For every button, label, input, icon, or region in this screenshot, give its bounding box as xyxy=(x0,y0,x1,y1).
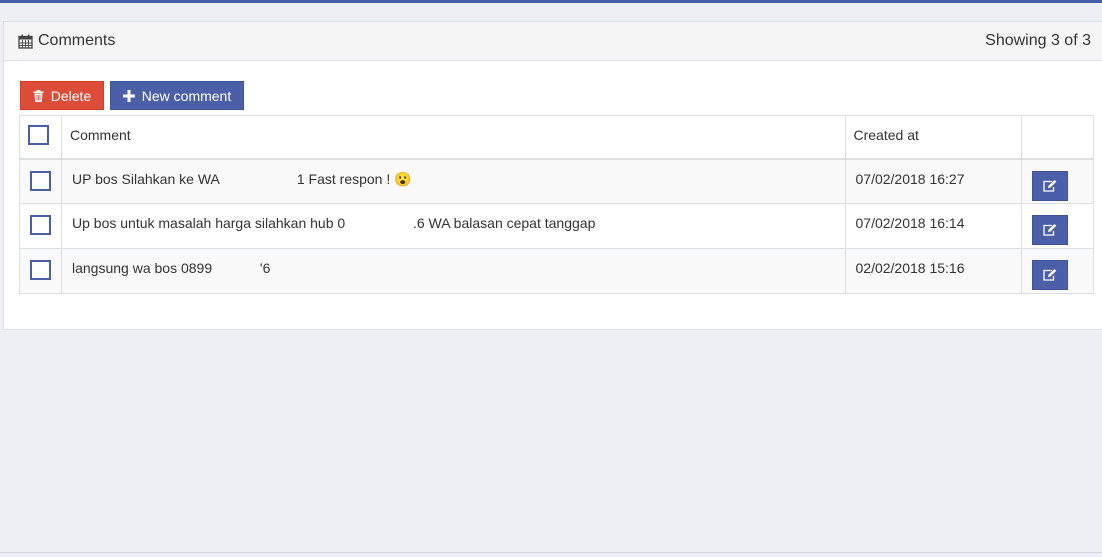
comment-text-end: '6 xyxy=(259,260,271,276)
column-header-created-at[interactable]: Created at xyxy=(844,115,1023,160)
header-checkbox-cell xyxy=(19,115,62,160)
row-checkbox-cell xyxy=(19,203,62,249)
panel-title: Comments xyxy=(18,32,115,50)
comments-panel: Comments Showing 3 of 3 Delete New comme… xyxy=(3,21,1102,330)
table-header-row: Comment Created at xyxy=(19,115,1094,160)
edit-button[interactable] xyxy=(1032,260,1069,290)
edit-icon xyxy=(1043,179,1057,192)
created-at-cell: 07/02/2018 16:14 xyxy=(844,203,1023,249)
action-cell xyxy=(1021,203,1094,249)
new-comment-button-label: New comment xyxy=(141,87,232,104)
delete-button[interactable]: Delete xyxy=(20,81,104,110)
row-checkbox[interactable] xyxy=(30,260,51,280)
results-count: Showing 3 of 3 xyxy=(985,32,1091,49)
row-checkbox-cell xyxy=(19,158,62,204)
comment-text: Up bos untuk masalah harga silahkan hub … xyxy=(72,215,346,231)
table-row: UP bos Silahkan ke WA 1 Fast respon ! 😮 … xyxy=(19,158,1094,204)
edit-button[interactable] xyxy=(1032,170,1069,201)
comments-table: Comment Created at UP bos Silahkan ke WA… xyxy=(19,115,1094,294)
trash-icon xyxy=(33,89,44,102)
edit-button[interactable] xyxy=(1032,215,1069,245)
action-cell xyxy=(1021,158,1094,204)
row-checkbox[interactable] xyxy=(30,215,51,235)
row-checkbox-cell xyxy=(19,248,62,294)
page-bottom-border xyxy=(0,552,1102,553)
panel-header: Comments Showing 3 of 3 xyxy=(4,22,1102,61)
comment-text: langsung wa bos 0899 xyxy=(72,260,213,276)
new-comment-button[interactable]: New comment xyxy=(110,81,244,110)
edit-icon xyxy=(1043,224,1057,236)
row-checkbox[interactable] xyxy=(30,170,51,191)
panel-title-text: Comments xyxy=(38,32,116,49)
comment-text: UP bos Silahkan ke WA xyxy=(72,170,220,187)
created-at-cell: 07/02/2018 16:27 xyxy=(844,158,1023,204)
comment-cell: UP bos Silahkan ke WA 1 Fast respon ! 😮 xyxy=(61,158,846,204)
edit-icon xyxy=(1043,269,1057,281)
table-row: Up bos untuk masalah harga silahkan hub … xyxy=(19,203,1094,249)
column-header-comment[interactable]: Comment xyxy=(61,115,846,160)
plus-icon xyxy=(122,89,135,102)
comment-text-end: 1 Fast respon ! 😮 xyxy=(296,170,412,187)
select-all-checkbox[interactable] xyxy=(28,125,49,145)
calendar-icon xyxy=(18,34,33,49)
table-row: langsung wa bos 0899 '6 02/02/2018 15:16 xyxy=(19,248,1094,294)
comment-cell: Up bos untuk masalah harga silahkan hub … xyxy=(61,203,846,249)
created-at-cell: 02/02/2018 15:16 xyxy=(844,248,1023,294)
comment-text-end: .6 WA balasan cepat tanggap xyxy=(412,215,596,231)
action-cell xyxy=(1021,248,1094,294)
delete-button-label: Delete xyxy=(50,87,92,104)
comment-cell: langsung wa bos 0899 '6 xyxy=(61,248,846,294)
top-accent-bar xyxy=(0,0,1102,3)
column-header-actions xyxy=(1021,115,1094,160)
